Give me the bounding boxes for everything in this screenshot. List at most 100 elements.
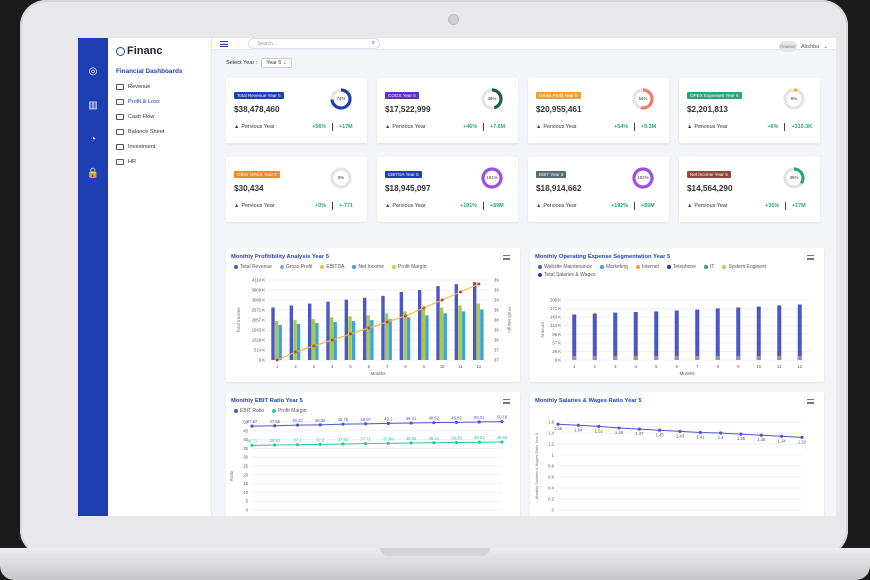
kpi-title-badge: Gross Profit Year 5 xyxy=(536,92,581,99)
profit-margin-point xyxy=(459,290,462,294)
y-tick-label: 2057 K xyxy=(252,318,265,323)
bar xyxy=(388,319,392,360)
kpi-comparison: ▲ Pervious Year +35% +17M xyxy=(687,202,812,210)
bar xyxy=(572,314,577,360)
series-point xyxy=(318,442,322,446)
bar xyxy=(695,309,700,360)
bar-chart-icon[interactable]: ▥ xyxy=(86,98,100,112)
sidebar-item-investment[interactable]: Investment xyxy=(116,144,211,150)
profit-margin-point xyxy=(477,282,481,286)
gauge-percent: 0% xyxy=(337,175,345,180)
series-point xyxy=(250,443,254,447)
growth-amount: +7.6M xyxy=(490,124,506,130)
sidebar-section-title: Financial Dashboards xyxy=(116,68,183,75)
bar xyxy=(425,315,429,360)
gauge-percent: 191% xyxy=(486,175,498,180)
growth-amount: +$9M xyxy=(641,203,655,209)
y-tick-label: 30 xyxy=(243,455,248,460)
x-tick-label: 8 xyxy=(712,515,715,516)
y-tick-label: 1.2 xyxy=(548,442,554,447)
search-icon[interactable]: ⌕ xyxy=(372,40,375,47)
kpi-comparison: ▲ Pervious Year +6% +319.3K xyxy=(687,123,812,131)
divider xyxy=(634,123,635,131)
menu-toggle-icon[interactable] xyxy=(220,40,228,47)
x-tick-label: 4 xyxy=(331,364,334,369)
bar xyxy=(315,323,319,360)
y2-tick-label: 37 xyxy=(494,348,499,353)
revenue-icon xyxy=(116,84,124,90)
chart-plot: Monthly Salaries & Wages Ratio Year 5 0 0.… xyxy=(535,420,807,517)
dashboard-icon[interactable]: ◎ xyxy=(86,64,100,78)
x-tick-label: 4 xyxy=(319,515,322,516)
series-point xyxy=(341,422,345,426)
opex-segmentation-chart: Monthly Operating Expense Segmentation Y… xyxy=(530,248,824,382)
bar xyxy=(654,311,659,360)
x-tick-label: 8 xyxy=(717,364,720,369)
series-point xyxy=(454,420,459,424)
series-point xyxy=(477,440,481,444)
sidebar-item-profit-loss[interactable]: Profit & Loss xyxy=(116,99,211,105)
sidebar-item-revenue[interactable]: Revenue xyxy=(116,84,211,90)
bar xyxy=(417,289,422,360)
x-tick-label: 2 xyxy=(579,515,582,516)
avatar: FINANCE xyxy=(778,41,797,52)
user-menu[interactable]: FINANCE Alishba ⌄ xyxy=(778,41,828,52)
y-tick-label: 0 xyxy=(246,508,249,513)
sidebar-item-cash-flow[interactable]: Cash Flow xyxy=(116,114,211,120)
year-select[interactable]: Year 5 ⌄ xyxy=(261,58,293,68)
bar-segment xyxy=(736,356,741,360)
x-tick-label: 7 xyxy=(386,364,389,369)
y-tick-label: 20 xyxy=(243,472,248,477)
kpi-card: EBITDA Year 5 $18,945,097 191% ▲ Pervious… xyxy=(377,157,518,222)
kpi-title-badge: COGS Year 5 xyxy=(385,92,419,99)
series-point xyxy=(432,441,436,445)
series-point xyxy=(318,423,322,427)
bar xyxy=(384,313,389,360)
y2-axis-label: Profit Margin xyxy=(507,307,512,333)
gauge-percent: 6% xyxy=(790,96,798,101)
bar xyxy=(461,311,466,360)
app-logo[interactable]: Financ xyxy=(116,44,211,58)
bar-segment xyxy=(797,356,802,360)
previous-year-label: Pervious Year xyxy=(543,124,577,130)
kpi-title-badge: Total Revenue Year 5 xyxy=(234,92,284,99)
ebit-ratio-chart: Monthly EBIT Ratio Year 5 EBIT Ratio Profi… xyxy=(226,392,520,516)
y-tick-label: 171 K xyxy=(550,306,561,311)
sidebar-item-balance-sheet[interactable]: Balance Sheet xyxy=(116,129,211,135)
bar-segment xyxy=(613,356,618,360)
kpi-card: EBIT Year 5 $18,914,662 192% ▲ Pervious Y… xyxy=(528,157,669,222)
series-line xyxy=(251,441,503,446)
icon-rail: ◎ ▥ ◔ 🔒 xyxy=(78,38,108,516)
kpi-gauge: 191% xyxy=(478,167,506,189)
sidebar-item-hr[interactable]: HR xyxy=(116,159,211,165)
previous-year-label: Pervious Year xyxy=(543,203,577,209)
series-point xyxy=(500,420,504,424)
y-tick-label: 2571 K xyxy=(252,308,265,313)
kpi-comparison: ▲ Pervious Year +0% +-771 xyxy=(234,202,359,210)
y2-tick-label: 38 xyxy=(494,308,499,313)
kpi-gauge: 0% xyxy=(327,167,355,189)
bar xyxy=(480,309,484,360)
data-label: 1.52 xyxy=(595,428,604,433)
lock-icon[interactable]: 🔒 xyxy=(86,166,100,180)
x-tick-label: 6 xyxy=(668,515,671,516)
y-tick-label: 114 K xyxy=(550,323,561,328)
data-label: 37.1 xyxy=(293,438,302,443)
growth-percent: +35% xyxy=(765,203,779,209)
sidebar-item-label: Profit & Loss xyxy=(128,99,160,105)
kpi-title-badge: Other OPEX Year 5 xyxy=(234,171,280,178)
x-tick-label: 1 xyxy=(557,515,560,516)
pie-chart-icon[interactable]: ◔ xyxy=(86,132,100,146)
search-input[interactable]: Search... ⌕ xyxy=(248,38,380,49)
bar-segment xyxy=(695,356,700,360)
bar xyxy=(715,308,720,360)
sidebar-item-label: HR xyxy=(128,159,137,165)
y-tick-label: 45 xyxy=(243,428,248,433)
trend-up-icon: ▲ xyxy=(536,124,542,130)
y-tick-label: 0.8 xyxy=(548,464,554,469)
data-label: 1.32 xyxy=(798,439,807,444)
data-label: 37.71 xyxy=(360,437,371,442)
bar xyxy=(307,303,312,360)
previous-year-label: Pervious Year xyxy=(694,203,728,209)
x-tick-label: 10 xyxy=(440,364,445,369)
